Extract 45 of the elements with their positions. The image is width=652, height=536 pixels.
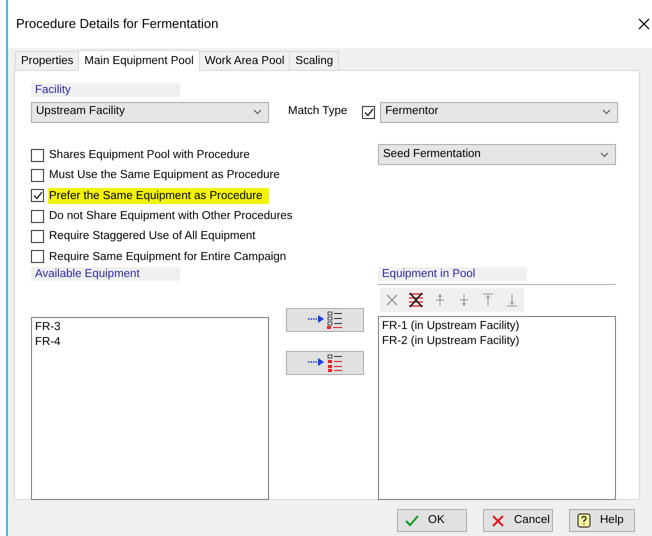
clear-list-icon [406,290,426,310]
checkbox[interactable] [31,148,44,162]
checkbox-label: Require Same Equipment for Entire Campaign [48,250,288,265]
procedure-dropdown[interactable]: Seed Fermentation [378,144,616,165]
checkbox-label: Do not Share Equipment with Other Procedures [48,209,294,224]
checkbox[interactable] [31,168,44,182]
close-icon[interactable] [638,18,650,30]
group-label: Facility [31,83,180,97]
checkbox[interactable] [31,250,44,264]
checkbox-label: Shares Equipment Pool with Procedure [48,148,251,164]
cancel-button[interactable]: Cancel [483,509,553,532]
add-button[interactable] [286,308,364,332]
checkbox[interactable] [31,189,44,202]
window-title: Procedure Details for Fermentation [16,15,218,34]
group-label: Available Equipment [31,266,180,281]
check-icon [404,512,420,528]
match-type-label: Match Type [288,104,348,120]
caret-icon [253,109,262,115]
list-item[interactable]: FR-1 (in Upstream Facility) [382,318,612,334]
list-item[interactable]: FR-2 (in Upstream Facility) [382,334,612,349]
ok-button[interactable]: OK [397,509,467,532]
available-equipment-list[interactable]: FR-3 FR-4 [31,316,269,500]
match-type-checkbox[interactable] [362,106,376,118]
add-to-pool-icon [306,310,344,330]
checkbox[interactable] [31,230,44,243]
add-all-to-pool-icon [306,352,344,373]
help-button[interactable]: Help [569,509,635,532]
add-all-button[interactable] [286,350,364,375]
tab[interactable]: Properties [15,51,80,70]
list-item[interactable]: FR-3 [35,320,265,335]
facility-dropdown[interactable]: Upstream Facility [31,102,269,122]
checkbox-label: Require Staggered Use of All Equipment [48,229,256,244]
caret-icon [602,109,612,115]
tab[interactable]: Main Equipment Pool [78,50,200,71]
equipment-pool-list[interactable]: FR-1 (in Upstream Facility) FR-2 (in Upstream Facility) [378,316,616,500]
group-label: Equipment in Pool [378,266,527,281]
match-type-dropdown[interactable]: Fermentor [380,102,618,122]
cross-icon [490,512,506,528]
checkbox[interactable] [31,210,44,223]
help-icon [576,512,592,528]
checkbox-label: Must Use the Same Equipment as Procedure [48,168,281,184]
checkbox-label: Prefer the Same Equipment as Procedure [48,188,269,204]
tab[interactable]: Scaling [289,51,340,70]
list-item[interactable]: FR-4 [35,334,265,350]
caret-icon [600,152,609,158]
